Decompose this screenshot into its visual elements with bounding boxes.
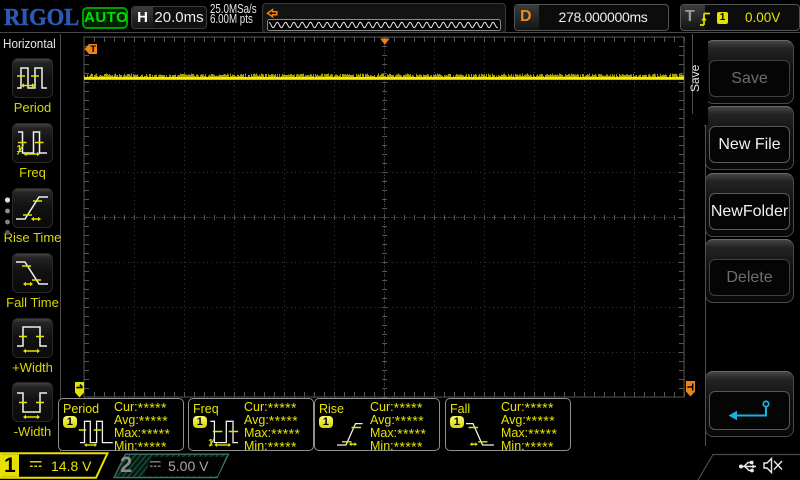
- svg-text:T: T: [90, 44, 96, 55]
